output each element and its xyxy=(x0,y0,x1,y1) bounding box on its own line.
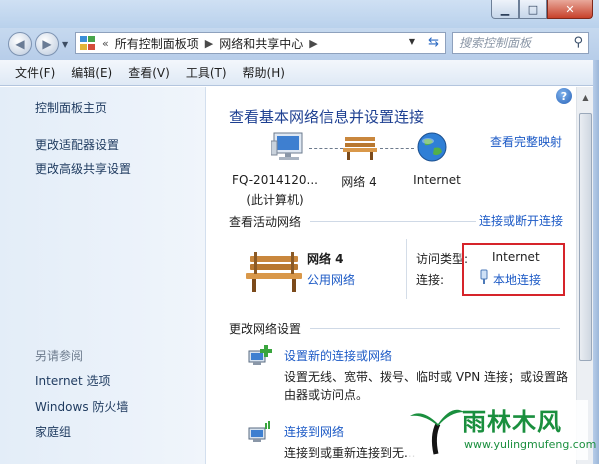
access-type-label: 访问类型: xyxy=(416,252,469,266)
active-networks-heading: 查看活动网络 xyxy=(229,215,302,229)
window-frame xyxy=(593,60,599,464)
menu-file[interactable]: 文件(F) xyxy=(7,64,63,81)
computer-label: FQ-2014120... xyxy=(232,173,318,187)
address-bar[interactable]: « 所有控制面板项 ▶ 网络和共享中心 ▶ ▼ ⇆ xyxy=(75,32,446,54)
menu-edit[interactable]: 编辑(E) xyxy=(63,64,120,81)
section-divider xyxy=(310,328,560,329)
menu-help[interactable]: 帮助(H) xyxy=(235,64,293,81)
address-dropdown-icon[interactable]: ▼ xyxy=(409,37,415,46)
connections-label: 连接: xyxy=(416,273,445,287)
divider xyxy=(406,239,407,299)
back-button[interactable]: ◀ xyxy=(8,32,32,56)
setup-connection-icon xyxy=(248,345,272,365)
sidebar: 控制面板主页 更改适配器设置 更改高级共享设置 另请参阅 Internet 选项… xyxy=(0,87,206,464)
link-line xyxy=(380,148,414,149)
scroll-up-icon[interactable]: ▲ xyxy=(578,89,593,105)
computer-icon[interactable] xyxy=(271,131,307,163)
setup-new-connection-desc: 设置无线、宽带、拨号、临时或 VPN 连接；或设置路由器或访问点。 xyxy=(284,370,569,402)
highlight-box xyxy=(462,243,565,296)
sidebar-link-adapter-settings[interactable]: 更改适配器设置 xyxy=(35,136,119,153)
link-line xyxy=(309,148,343,149)
network-bench-icon[interactable] xyxy=(343,133,377,161)
control-panel-icon xyxy=(80,36,96,50)
sidebar-link-advanced-sharing[interactable]: 更改高级共享设置 xyxy=(35,160,131,177)
menu-view[interactable]: 查看(V) xyxy=(120,64,178,81)
globe-icon[interactable] xyxy=(416,131,448,163)
full-map-link[interactable]: 查看完整映射 xyxy=(490,133,562,150)
breadcrumb-network-center[interactable]: 网络和共享中心 xyxy=(219,35,303,52)
active-network-name: 网络 4 xyxy=(307,252,344,266)
minimize-button[interactable]: ▁ xyxy=(491,0,519,19)
navigation-bar: ◀ ▶ ▼ « 所有控制面板项 ▶ 网络和共享中心 ▶ ▼ ⇆ 搜索控制面板 ⚲ xyxy=(0,28,599,60)
scroll-thumb[interactable] xyxy=(579,113,592,361)
search-icon[interactable]: ⚲ xyxy=(573,33,583,53)
page-title: 查看基本网络信息并设置连接 xyxy=(229,108,425,126)
menu-bar: 文件(F) 编辑(E) 查看(V) 工具(T) 帮助(H) xyxy=(0,60,599,86)
breadcrumb-arrow-icon[interactable]: ▶ xyxy=(309,37,317,50)
connect-network-icon xyxy=(248,421,270,442)
setup-new-connection-link[interactable]: 设置新的连接或网络 xyxy=(284,347,392,364)
back-arrow-icon: ◀ xyxy=(15,37,25,51)
forward-arrow-icon: ▶ xyxy=(42,37,52,51)
see-also-heading: 另请参阅 xyxy=(35,349,84,363)
search-input[interactable]: 搜索控制面板 ⚲ xyxy=(452,32,589,54)
network-type-link[interactable]: 公用网络 xyxy=(307,271,355,288)
history-dropdown-icon[interactable]: ▼ xyxy=(62,40,68,49)
connect-to-network-link[interactable]: 连接到网络 xyxy=(284,423,344,440)
internet-label: Internet xyxy=(413,173,461,187)
sidebar-link-internet-options[interactable]: Internet 选项 xyxy=(35,372,110,389)
help-icon[interactable]: ? xyxy=(556,88,572,104)
bench-network-icon[interactable] xyxy=(246,250,302,294)
maximize-button[interactable]: □ xyxy=(519,0,547,19)
breadcrumb-arrow-icon[interactable]: ▶ xyxy=(205,37,213,50)
sidebar-link-homegroup[interactable]: 家庭组 xyxy=(35,423,71,440)
watermark-url: www.yulingmufeng.com xyxy=(464,438,597,451)
menu-tools[interactable]: 工具(T) xyxy=(178,64,235,81)
sidebar-link-control-panel-home[interactable]: 控制面板主页 xyxy=(35,99,107,116)
window-titlebar: ▁ □ ✕ xyxy=(0,0,599,28)
close-button[interactable]: ✕ xyxy=(547,0,593,19)
refresh-icon[interactable]: ⇆ xyxy=(428,35,439,50)
forward-button[interactable]: ▶ xyxy=(35,32,59,56)
sidebar-link-windows-firewall[interactable]: Windows 防火墙 xyxy=(35,398,128,415)
breadcrumb-all-items[interactable]: 所有控制面板项 xyxy=(115,35,199,52)
overflow-chevron-icon[interactable]: « xyxy=(102,37,109,50)
watermark-text: 雨林木风 xyxy=(462,408,562,436)
connect-disconnect-link[interactable]: 连接或断开连接 xyxy=(479,212,563,229)
section-divider xyxy=(310,221,476,222)
search-placeholder: 搜索控制面板 xyxy=(459,36,532,50)
window-controls: ▁ □ ✕ xyxy=(491,0,593,19)
network-label: 网络 4 xyxy=(341,175,377,189)
change-settings-heading: 更改网络设置 xyxy=(229,322,302,336)
computer-sublabel: (此计算机) xyxy=(246,193,304,207)
